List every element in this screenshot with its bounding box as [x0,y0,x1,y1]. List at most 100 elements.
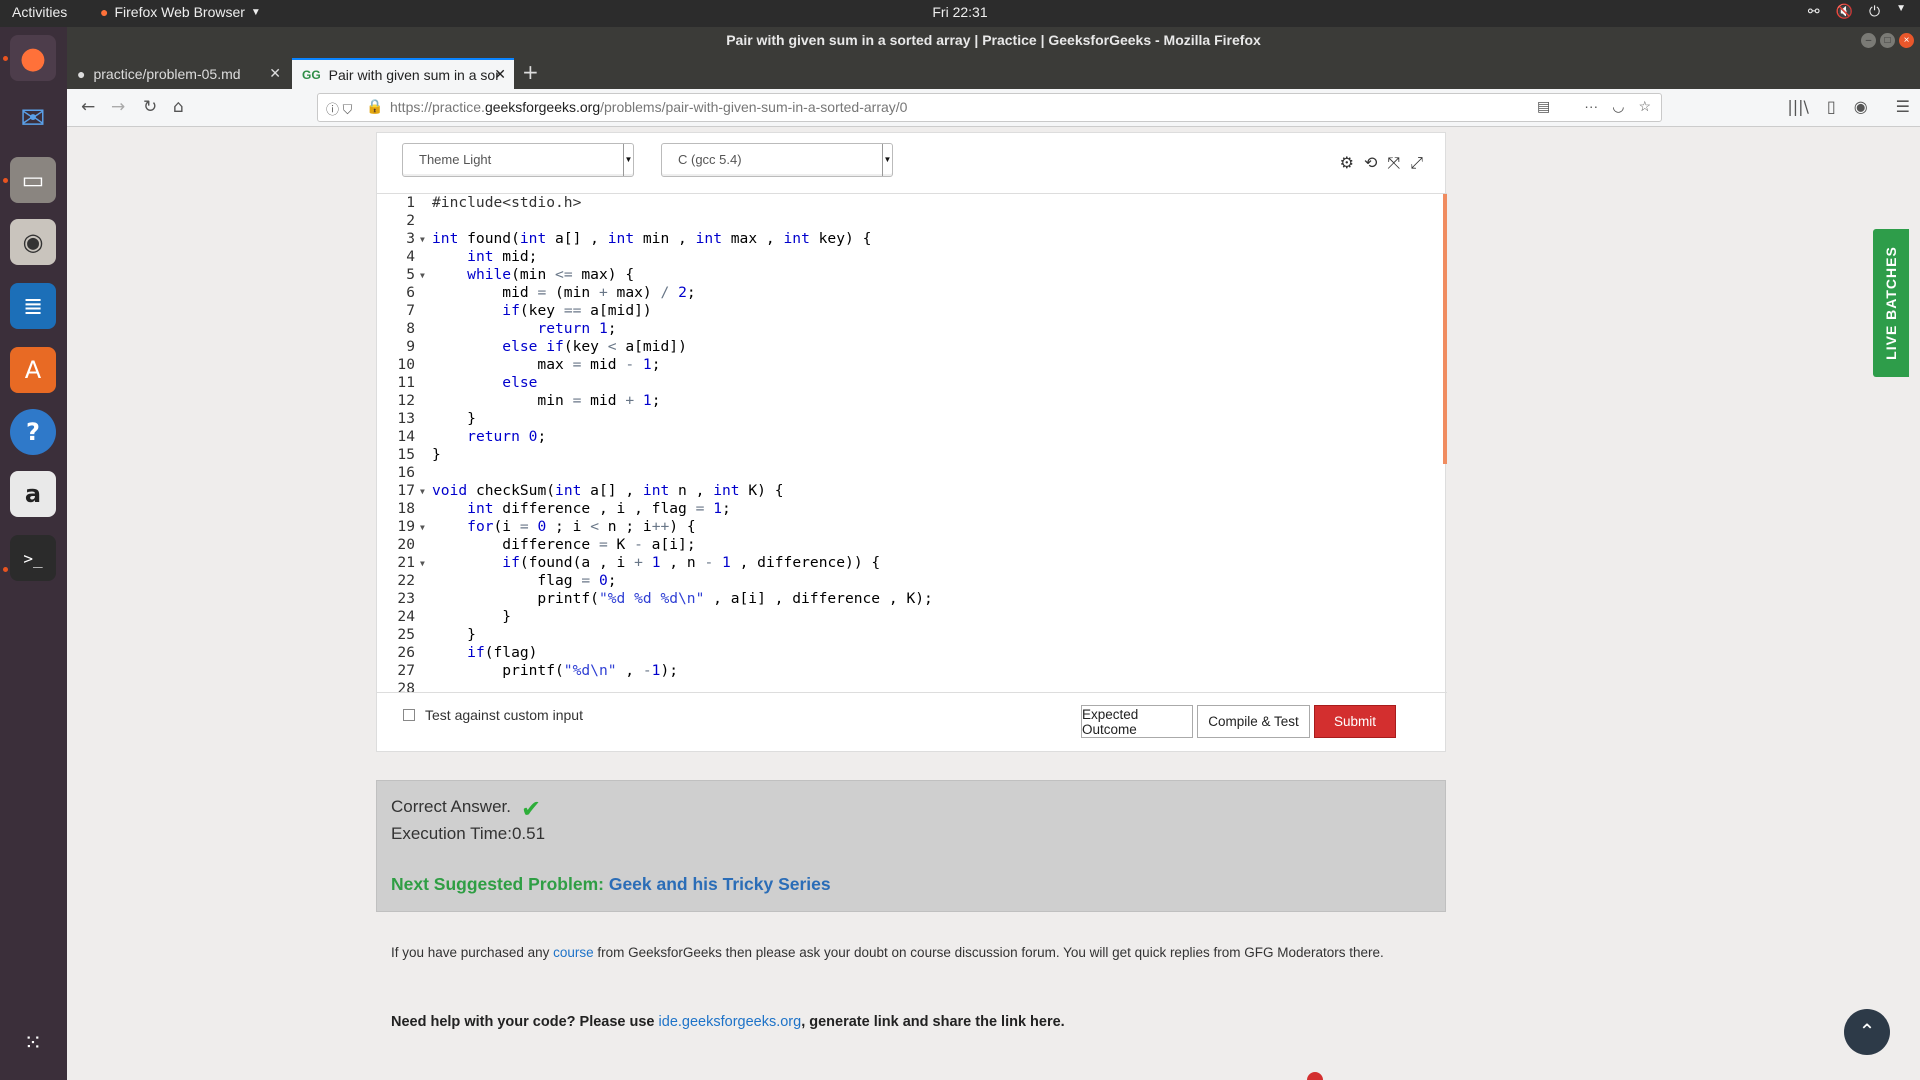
terminal-launcher-icon[interactable]: >_ [10,535,56,581]
fold-arrow-icon[interactable]: ▼ [420,235,425,244]
page-actions-icon[interactable]: ··· [1584,98,1598,115]
code-line[interactable]: if(found(a , i + 1 , n - 1 , difference)… [432,554,933,572]
theme-select[interactable]: Theme Light ▼ [402,143,634,177]
firefox-launcher-icon[interactable]: ● [10,35,56,81]
url-bar[interactable]: ⓘ ⛉ 🔒 https://practice.geeksforgeeks.org… [317,93,1662,122]
writer-launcher-icon[interactable]: ≣ [10,283,56,329]
code-line[interactable]: void checkSum(int a[] , int n , int K) { [432,482,933,500]
code-line[interactable]: return 0; [432,428,933,446]
code-line[interactable]: } [432,410,933,428]
fold-arrow-icon[interactable]: ▼ [420,559,425,568]
reader-view-icon[interactable]: ▤ [1537,98,1550,115]
account-icon[interactable]: ◉ [1854,97,1868,116]
fold-arrow-icon[interactable]: ▼ [420,487,425,496]
line-number: 3 [406,230,415,247]
code-line[interactable]: int found(int a[] , int min , int max , … [432,230,933,248]
code-line[interactable] [432,464,933,482]
tab-label: practice/problem-05.md [93,65,241,82]
code-line[interactable]: return 1; [432,320,933,338]
code-line[interactable] [432,680,933,692]
close-tab-icon[interactable]: ✕ [269,65,281,82]
url-text[interactable]: https://practice.geeksforgeeks.org/probl… [390,99,907,115]
code-line[interactable]: max = mid - 1; [432,356,933,374]
minimize-button[interactable]: – [1861,33,1876,48]
code-line[interactable]: else [432,374,933,392]
code-line[interactable]: mid = (min + max) / 2; [432,284,933,302]
line-number: 26 [397,644,415,661]
code-line[interactable]: if(flag) [432,644,933,662]
editor-scrollbar[interactable] [1443,194,1447,464]
scroll-to-top-button[interactable]: ⌃ [1844,1009,1890,1055]
page-info-icon[interactable]: ⓘ ⛉ [326,99,352,118]
language-select[interactable]: C (gcc 5.4) ▼ [661,143,893,177]
sidebar-icon[interactable]: ▯ [1827,97,1836,116]
expand-icon[interactable]: ⤢ [1410,153,1423,173]
ide-link[interactable]: ide.geeksforgeeks.org [659,1014,802,1030]
window-title-bar: Pair with given sum in a sorted array | … [67,27,1920,54]
code-line[interactable]: printf("%d %d %d\n" , a[i] , difference … [432,590,932,608]
code-line[interactable]: while(min <= max) { [432,266,933,284]
code-line[interactable]: printf("%d\n" , -1); [432,662,933,680]
close-tab-icon[interactable]: ✕ [494,66,506,83]
live-batches-tab[interactable]: LIVE BATCHES [1873,229,1909,377]
line-number-gutter: 1 2 3 ▼ 4 5 ▼ 6 7 8 9 10 11 12 13 14 15 16 17 ▼ 18 19 ▼ 20 21 ▼ 22… [377,194,424,692]
fold-arrow-icon[interactable]: ▼ [420,271,425,280]
software-center-launcher-icon[interactable]: A [10,347,56,393]
code-line[interactable]: } [432,446,933,464]
menu-icon[interactable]: ☰ [1896,97,1910,116]
code-line[interactable]: flag = 0; [432,572,933,590]
tab-github-problem[interactable]: ● practice/problem-05.md ✕ [67,58,289,89]
code-editor[interactable]: 1 2 3 ▼ 4 5 ▼ 6 7 8 9 10 11 12 13 14 15 16 17 ▼ 18 19 ▼ 20 21 ▼ 22… [377,193,1447,693]
back-icon[interactable]: ← [81,97,95,117]
next-label: Next Suggested Problem: [391,874,609,894]
bookmark-star-icon[interactable]: ☆ [1638,98,1651,115]
compile-test-button[interactable]: Compile & Test [1197,705,1310,738]
app-menu[interactable]: ● Firefox Web Browser ▼ [100,4,261,20]
system-tray[interactable]: ⚯ 🔇 ⏻ ▼ [1808,3,1906,20]
custom-input-toggle[interactable]: Test against custom input [403,707,583,723]
show-apps-icon[interactable]: ⁙ [10,1020,56,1066]
reset-icon[interactable]: ⟲ [1364,153,1377,173]
system-top-bar: Activities ● Firefox Web Browser ▼ Fri 2… [0,0,1920,27]
close-window-button[interactable]: × [1899,33,1914,48]
maximize-button[interactable]: □ [1880,33,1895,48]
code-line[interactable]: #include<stdio.h> [432,194,933,212]
amazon-launcher-icon[interactable]: a [10,471,56,517]
new-tab-button[interactable]: + [522,60,539,84]
reload-icon[interactable]: ↻ [143,97,157,117]
home-icon[interactable]: ⌂ [173,97,184,117]
settings-gear-icon[interactable]: ⚙ [1340,153,1354,173]
code-line[interactable]: int difference , i , flag = 1; [432,500,933,518]
execution-time: Execution Time:0.51 [391,824,546,843]
fold-arrow-icon[interactable]: ▼ [420,523,425,532]
code-line[interactable]: for(i = 0 ; i < n ; i++) { [432,518,933,536]
github-icon: ● [77,65,86,82]
code-line[interactable]: } [432,608,933,626]
course-link[interactable]: course [553,945,594,960]
tab-geeksforgeeks[interactable]: GG Pair with given sum in a sorted array… [292,58,514,89]
rhythmbox-launcher-icon[interactable]: ◉ [10,219,56,265]
library-icon[interactable]: |||\ [1787,97,1809,116]
forward-icon[interactable]: → [111,97,125,117]
custom-input-checkbox[interactable] [403,709,415,721]
clock[interactable]: Fri 22:31 [932,4,987,20]
next-problem-link[interactable]: Geek and his Tricky Series [609,874,831,894]
code-line[interactable]: if(key == a[mid]) [432,302,933,320]
pocket-icon[interactable]: ◡ [1612,98,1624,115]
fullscreen-icon[interactable]: ⤧ [1387,153,1400,173]
code-line[interactable]: min = mid + 1; [432,392,933,410]
submit-button[interactable]: Submit [1314,705,1396,738]
activities-button[interactable]: Activities [12,4,67,20]
code-line[interactable]: int mid; [432,248,933,266]
code-line[interactable]: difference = K - a[i]; [432,536,933,554]
code-text[interactable]: #include<stdio.h> int found(int a[] , in… [432,194,933,692]
code-line[interactable]: } [432,626,933,644]
expected-outcome-button[interactable]: Expected Outcome [1081,705,1193,738]
code-line[interactable] [432,212,933,230]
help-launcher-icon[interactable]: ? [10,409,56,455]
files-launcher-icon[interactable]: ▭ [10,157,56,203]
line-number: 17 [397,482,415,499]
thunderbird-launcher-icon[interactable]: ✉ [10,95,56,141]
line-number: 11 [397,374,415,391]
code-line[interactable]: else if(key < a[mid]) [432,338,933,356]
